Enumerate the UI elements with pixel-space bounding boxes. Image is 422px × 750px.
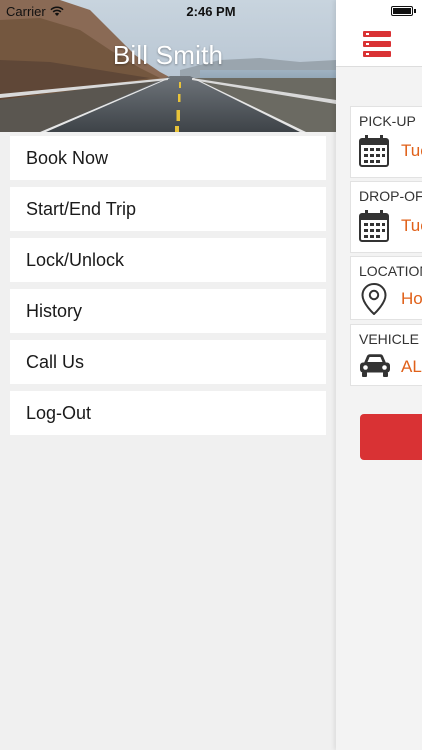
calendar-icon — [359, 135, 389, 167]
menu-item-lock-unlock[interactable]: Lock/Unlock — [10, 238, 326, 282]
vehicle-label: VEHICLE — [359, 331, 419, 347]
drawer-menu: Book Now Start/End Trip Lock/Unlock Hist… — [10, 136, 326, 442]
vehicle-field[interactable]: VEHICLE AL — [350, 324, 422, 386]
side-drawer: Bill Smith Book Now Start/End Trip Lock/… — [0, 0, 336, 750]
app-screen: Carrier 2:46 PM Bill Smith Book Now Star… — [0, 0, 422, 750]
calendar-icon — [359, 210, 389, 242]
submit-button[interactable] — [360, 414, 422, 460]
pickup-label: PICK-UP — [359, 113, 416, 129]
hamburger-menu-icon[interactable] — [363, 30, 391, 58]
location-value: Ho — [401, 289, 422, 308]
battery-tip — [414, 9, 416, 13]
pickup-field[interactable]: PICK-UP Tue — [350, 106, 422, 178]
main-panel: PICK-UP Tue DROP-OF — [336, 0, 422, 750]
menu-item-log-out[interactable]: Log-Out — [10, 391, 326, 435]
vehicle-value: AL — [401, 357, 422, 376]
menu-item-book-now[interactable]: Book Now — [10, 136, 326, 180]
location-label: LOCATION — [359, 263, 422, 279]
dropoff-field[interactable]: DROP-OF Tue — [350, 181, 422, 253]
menu-item-history[interactable]: History — [10, 289, 326, 333]
dropoff-label: DROP-OF — [359, 188, 422, 204]
status-bar: Carrier 2:46 PM — [0, 0, 422, 22]
battery-icon — [391, 6, 413, 16]
map-pin-icon — [361, 283, 387, 315]
menu-item-call-us[interactable]: Call Us — [10, 340, 326, 384]
menu-item-start-end-trip[interactable]: Start/End Trip — [10, 187, 326, 231]
user-name: Bill Smith — [112, 40, 224, 70]
pickup-value: Tue — [401, 141, 422, 160]
car-icon — [360, 354, 390, 377]
status-time: 2:46 PM — [186, 4, 236, 19]
location-field[interactable]: LOCATION Ho — [350, 256, 422, 320]
dropoff-value: Tue — [401, 216, 422, 235]
